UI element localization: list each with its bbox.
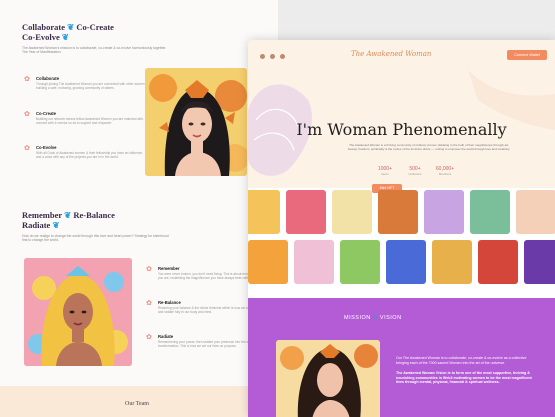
social-icon[interactable] <box>260 54 265 59</box>
nft-card[interactable] <box>516 190 555 234</box>
nft-card[interactable] <box>524 240 555 284</box>
nft-card[interactable] <box>470 190 510 234</box>
butterfly-icon: ❦ <box>61 32 70 42</box>
butterfly-icon: ❦ <box>64 210 72 220</box>
vision-paragraph: The Awakened Woman Vision is to form one… <box>396 371 532 385</box>
stats-row: 1000+ Items 500+ Collectors 60,000+ Memb… <box>372 166 462 178</box>
navbar: The Awakened Woman Connect Wallet <box>248 40 555 70</box>
portrait-illustration <box>276 340 380 417</box>
mission-paragraph: Our The Awakened Woman is to collaborate… <box>396 356 527 365</box>
feature-title: Radiate <box>158 334 174 339</box>
our-team-heading: Our Team <box>125 401 149 407</box>
portrait-image <box>24 258 132 366</box>
feature-desc: Building our network means fellow Awaken… <box>36 117 144 125</box>
section-title-collaborate: Collaborate ❦ Co-Create Co-Evolve ❦ <box>22 22 114 42</box>
mission-label: MISSION <box>344 315 371 321</box>
butterfly-icon: ❦ <box>67 22 75 32</box>
feature-title: Collaborate <box>36 76 60 81</box>
feature-icon: ✿ <box>24 76 30 83</box>
social-icon[interactable] <box>280 54 285 59</box>
nft-card[interactable] <box>478 240 518 284</box>
background-page: Collaborate ❦ Co-Create Co-Evolve ❦ The … <box>0 0 278 417</box>
title-text: Collaborate <box>22 22 65 32</box>
front-page: The Awakened Woman Connect Wallet I'm Wo… <box>248 40 555 417</box>
feature-icon: ✿ <box>146 266 152 273</box>
nft-gallery-row <box>248 190 555 234</box>
stat-label: Items <box>381 172 389 176</box>
stat-label: Members <box>438 172 452 176</box>
nft-card[interactable] <box>340 240 380 284</box>
mission-text: Our The Awakened Woman is to collaborate… <box>396 356 536 385</box>
feature-title: Co-Evolve <box>36 145 57 150</box>
social-icon[interactable] <box>270 54 275 59</box>
feature-desc: Through joining The Awakened Woman you a… <box>36 82 145 90</box>
nft-card[interactable] <box>248 240 288 284</box>
title-text: Radiate <box>22 220 51 230</box>
portrait-illustration <box>24 258 132 366</box>
vision-label: VISION <box>379 315 402 321</box>
stat-item: 1000+ Items <box>372 166 398 176</box>
logo[interactable]: The Awakened Woman <box>351 50 431 58</box>
nft-card[interactable] <box>378 190 418 234</box>
nft-gallery-row <box>248 240 555 284</box>
portrait-image <box>145 68 247 176</box>
connect-wallet-button[interactable]: Connect Wallet <box>507 50 547 60</box>
nft-card[interactable] <box>294 240 334 284</box>
section-intro: The Awakened Woman's mission is to colla… <box>22 46 167 55</box>
title-text: Re-Balance <box>73 210 115 220</box>
nft-card[interactable] <box>432 240 472 284</box>
nft-card[interactable] <box>248 190 280 234</box>
nft-card[interactable] <box>424 190 464 234</box>
mission-vision-section: MISSION ❦ VISION Our The Awakened Woman … <box>248 298 555 417</box>
mission-vision-title: MISSION ❦ VISION <box>344 315 402 321</box>
hero-title: I'm Woman Phenomenally <box>296 120 507 139</box>
nft-card[interactable] <box>386 240 426 284</box>
butterfly-icon: ❦ <box>52 220 60 230</box>
team-section-bg <box>0 386 248 417</box>
feature-icon: ✿ <box>24 111 30 118</box>
stat-item: 60,000+ Members <box>432 166 458 176</box>
section-title-remember: Remember ❦ Re-Balance Radiate ❦ <box>22 210 115 230</box>
stat-label: Collectors <box>408 172 422 176</box>
feature-desc: With all Gods of Awakened women & their … <box>36 151 143 159</box>
nft-card[interactable] <box>332 190 372 234</box>
butterfly-icon: ❦ <box>372 315 378 321</box>
feature-title: Remember <box>158 266 180 271</box>
title-text: Remember <box>22 210 62 220</box>
section-intro: How do we realign to change the world th… <box>22 234 169 243</box>
title-text: Co-Evolve <box>22 32 60 42</box>
nft-card[interactable] <box>286 190 326 234</box>
hero-section: I'm Woman Phenomenally The Awakened Woma… <box>248 70 555 193</box>
portrait-illustration <box>145 68 247 176</box>
feature-icon: ✿ <box>146 300 152 307</box>
feature-icon: ✿ <box>24 145 30 152</box>
title-text: Co-Create <box>76 22 114 32</box>
stat-item: 500+ Collectors <box>402 166 428 176</box>
hero-description: The Awakened Woman is a thriving communi… <box>347 143 511 151</box>
mission-portrait <box>276 340 380 417</box>
feature-title: Re-Balance <box>158 300 181 305</box>
feature-icon: ✿ <box>146 334 152 341</box>
feature-title: Co-Create <box>36 111 57 116</box>
